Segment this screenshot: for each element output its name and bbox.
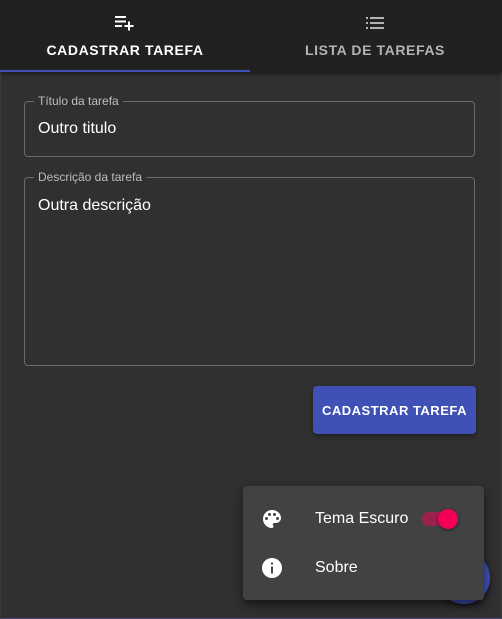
active-tab-indicator [0,70,250,72]
title-input[interactable]: Outro titulo [38,120,116,138]
menu-item-tema-escuro[interactable]: Tema Escuro [243,495,484,543]
tab-bar: CADASTRAR TAREFA LISTA DE TAREFAS [0,0,502,72]
dark-theme-toggle[interactable] [420,509,460,529]
title-field[interactable]: Título da tarefa Outro titulo [24,94,475,157]
cadastrar-tarefa-button[interactable]: CADASTRAR TAREFA [313,386,476,434]
toggle-thumb [438,509,458,529]
list-icon [366,14,384,32]
tab-label: CADASTRAR TAREFA [46,42,204,58]
description-field-label: Descrição da tarefa [34,170,147,184]
menu-item-label: Sobre [315,559,358,576]
palette-icon [260,507,284,531]
menu-item-label: Tema Escuro [315,510,409,527]
tab-label: LISTA DE TAREFAS [304,42,445,58]
tab-lista-de-tarefas[interactable]: LISTA DE TAREFAS [250,0,500,72]
playlist-add-icon [115,14,135,32]
description-field[interactable]: Descrição da tarefa Outra descrição [24,170,475,366]
info-icon [260,556,284,580]
title-field-label: Título da tarefa [34,94,123,108]
tab-cadastrar-tarefa[interactable]: CADASTRAR TAREFA [0,0,250,72]
description-input[interactable]: Outra descrição [38,197,151,215]
menu-item-sobre[interactable]: Sobre [243,544,484,592]
settings-menu: Tema Escuro Sobre [243,486,484,600]
